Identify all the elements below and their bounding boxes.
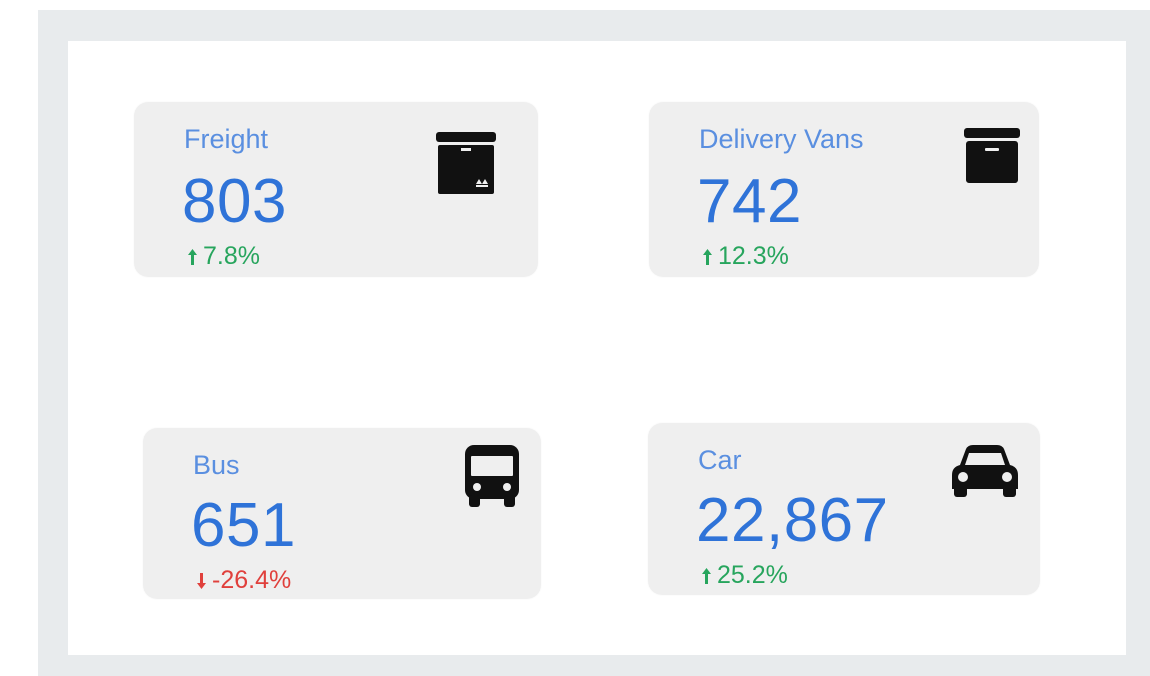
stat-card-label: Freight — [184, 124, 269, 154]
stat-card-label: Bus — [193, 450, 240, 480]
car-icon — [952, 445, 1018, 497]
stat-card-delta: 12.3% — [703, 242, 789, 271]
package-box-icon — [436, 132, 496, 194]
stat-card-delta-text: 25.2% — [717, 561, 788, 589]
stat-card-freight[interactable]: Freight 803 7.8% — [134, 102, 538, 277]
stat-card-label: Delivery Vans — [699, 124, 864, 154]
stat-card-label: Car — [698, 445, 742, 475]
stat-card-value: 742 — [697, 167, 802, 236]
stat-card-delta-text: 7.8% — [203, 242, 260, 270]
stat-card-value: 651 — [191, 491, 296, 560]
stat-card-delta: -26.4% — [197, 566, 291, 595]
stat-card-car[interactable]: Car 22,867 25.2% — [648, 423, 1040, 595]
arrow-down-icon — [197, 572, 206, 589]
stat-card-value: 22,867 — [696, 486, 889, 555]
stat-card-delta: 25.2% — [702, 561, 788, 590]
bus-icon — [465, 445, 519, 507]
stat-card-delivery-vans[interactable]: Delivery Vans 742 12.3% — [649, 102, 1039, 277]
arrow-up-icon — [188, 248, 197, 265]
stat-card-bus[interactable]: Bus 651 -26.4% — [143, 428, 541, 599]
archive-box-icon — [964, 128, 1020, 183]
stat-card-delta-text: 12.3% — [718, 242, 789, 270]
stat-card-value: 803 — [182, 167, 287, 236]
stat-card-delta-text: -26.4% — [212, 566, 292, 594]
stat-card-delta: 7.8% — [188, 242, 260, 271]
arrow-up-icon — [702, 567, 711, 584]
arrow-up-icon — [703, 248, 712, 265]
